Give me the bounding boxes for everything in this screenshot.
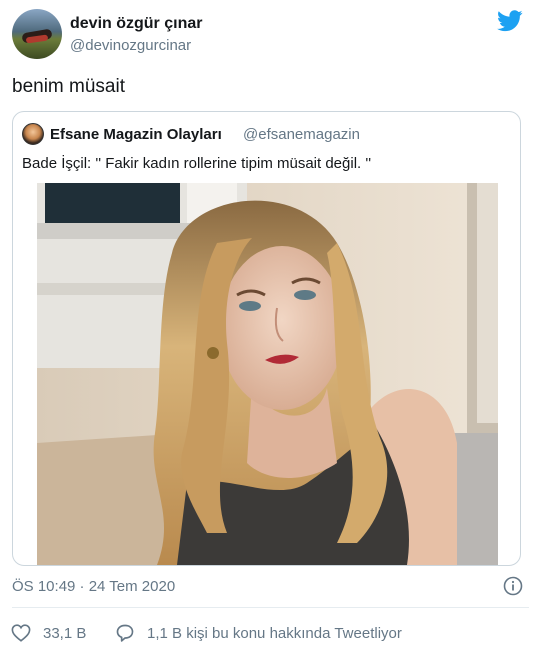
twitter-bird-icon[interactable] xyxy=(497,10,523,32)
like-count[interactable]: 33,1 B xyxy=(43,625,86,642)
talking-about-count[interactable]: 1,1 B kişi bu konu hakkında Tweetliyor xyxy=(147,625,402,642)
tweet-timestamp[interactable]: ÖS 10:49 · 24 Tem 2020 xyxy=(12,578,175,595)
photo-illustration xyxy=(37,183,498,565)
reply-bubble-icon[interactable] xyxy=(115,623,135,643)
quoted-author-handle: @efsanemagazin xyxy=(243,126,360,143)
quoted-author-display-name: Efsane Magazin Olayları xyxy=(50,126,222,143)
author-display-name[interactable]: devin özgür çınar xyxy=(70,15,202,33)
quoted-tweet-card[interactable]: Efsane Magazin Olayları @efsanemagazin B… xyxy=(12,111,521,566)
author-handle[interactable]: @devinozgurcinar xyxy=(70,37,191,54)
divider xyxy=(12,607,529,608)
quoted-tweet-photo[interactable] xyxy=(37,183,498,565)
quoted-tweet-text: Bade İşçil: '' Fakir kadın rollerine tip… xyxy=(22,155,372,172)
tweet-text: benim müsait xyxy=(12,76,125,97)
heart-icon[interactable] xyxy=(11,624,31,642)
quoted-author-avatar xyxy=(22,123,44,145)
author-avatar[interactable] xyxy=(12,9,62,59)
info-icon[interactable] xyxy=(503,576,523,596)
